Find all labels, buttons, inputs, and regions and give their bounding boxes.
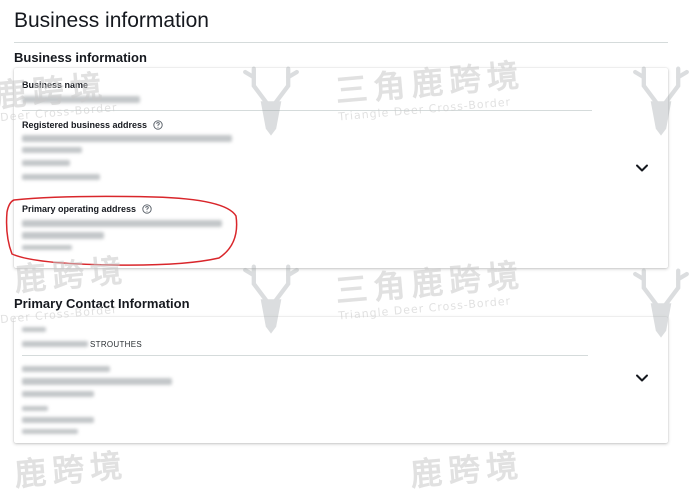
contact-line-1 <box>22 366 110 372</box>
business-name-value <box>22 96 140 103</box>
primary-operating-field: Primary operating address <box>22 204 152 214</box>
contact-name-fragment: STROUTHES <box>90 340 143 349</box>
primary-operating-line-2 <box>22 232 104 239</box>
registered-address-line-2 <box>22 147 82 153</box>
title-divider <box>14 42 668 43</box>
business-name-field: Business name <box>22 80 88 90</box>
contact-section-heading: Primary Contact Information <box>14 296 190 311</box>
question-circle-icon[interactable] <box>153 120 163 130</box>
registered-address-field: Registered business address <box>22 120 163 130</box>
business-name-divider <box>22 110 592 111</box>
registered-address-line-3 <box>22 160 70 166</box>
page-title: Business information <box>14 9 209 32</box>
chevron-down-icon[interactable] <box>635 163 649 173</box>
contact-name-blur <box>22 341 88 347</box>
contact-line-3 <box>22 391 94 397</box>
contact-line-4 <box>22 406 48 411</box>
chevron-down-icon[interactable] <box>635 373 649 383</box>
business-section-heading: Business information <box>14 50 147 65</box>
contact-name-divider <box>22 355 588 356</box>
watermark-text-cn: 鹿跨境 <box>12 446 130 494</box>
primary-operating-label: Primary operating address <box>22 204 137 214</box>
watermark-text-cn: 鹿跨境 <box>408 446 526 494</box>
contact-info-card[interactable]: STROUTHES <box>14 317 668 443</box>
business-info-card[interactable]: Business name Registered business addres… <box>14 68 668 268</box>
registered-address-label: Registered business address <box>22 120 148 130</box>
primary-operating-line-1 <box>22 220 222 227</box>
business-name-label: Business name <box>22 80 89 90</box>
question-circle-icon[interactable] <box>142 204 152 214</box>
registered-address-line-1 <box>22 135 232 142</box>
contact-label-blur <box>22 327 46 332</box>
contact-line-5 <box>22 417 94 423</box>
registered-address-line-4 <box>22 174 100 180</box>
contact-line-2 <box>22 378 172 385</box>
contact-line-6 <box>22 429 78 434</box>
primary-operating-line-3 <box>22 245 72 250</box>
